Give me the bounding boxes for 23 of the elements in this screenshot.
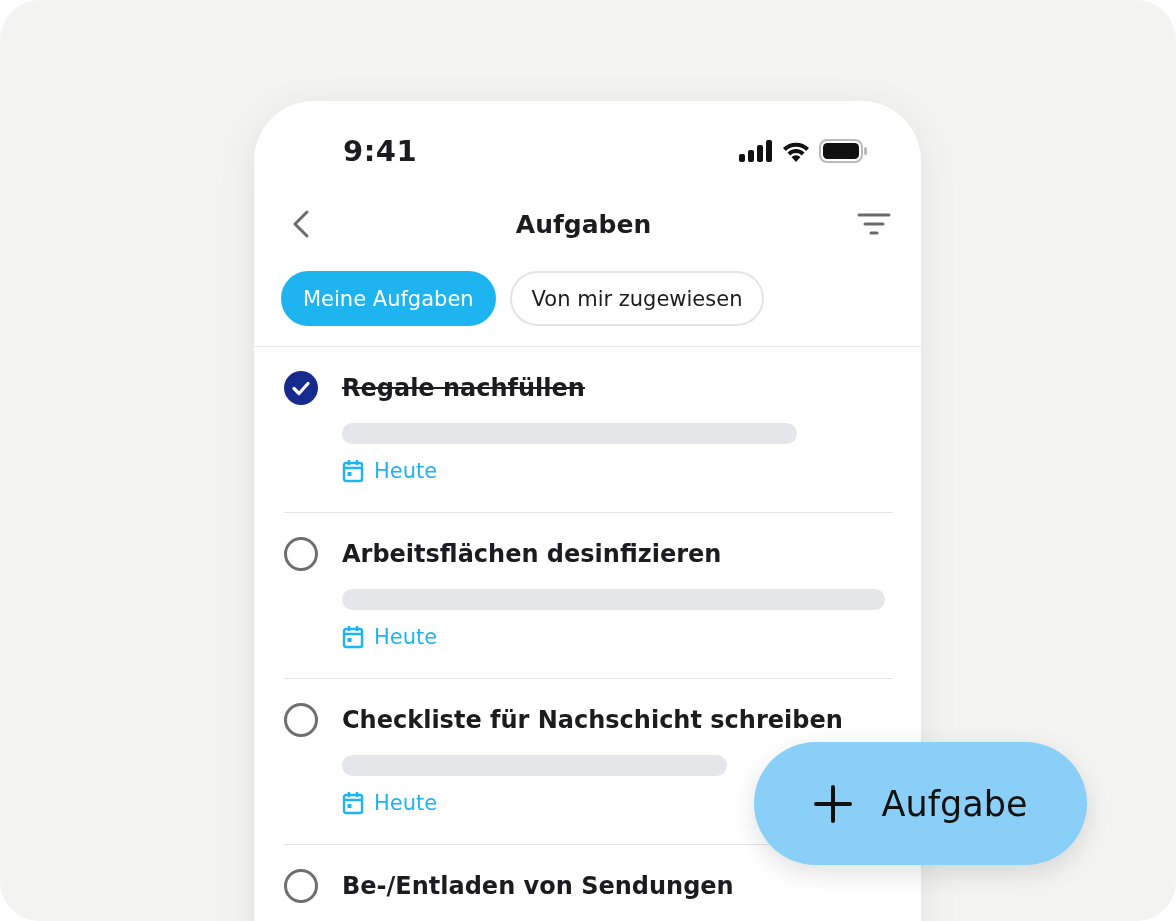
battery-icon (819, 139, 867, 163)
due-date: Heute (374, 625, 438, 649)
plus-icon (813, 784, 852, 823)
screen-title: Aufgaben (515, 209, 652, 239)
tab[interactable]: Von mir zugewiesen (509, 271, 765, 326)
signal-icon (739, 140, 773, 162)
calendar-icon (342, 625, 364, 649)
calendar-icon (342, 791, 364, 815)
due-date: Heute (374, 791, 438, 815)
task-title: Regale nachfüllen (342, 373, 586, 404)
status-time: 9:41 (343, 134, 418, 168)
checkbox[interactable] (284, 703, 318, 737)
filter-icon[interactable] (857, 212, 891, 236)
due-date: Heute (374, 459, 438, 483)
add-task-button[interactable]: Aufgabe (754, 742, 1087, 865)
task-title: Checkliste für Nachschicht schreiben (342, 705, 844, 736)
calendar-icon (342, 459, 364, 483)
checkbox[interactable] (284, 537, 318, 571)
task-title: Be-/Entladen von Sendungen (342, 871, 735, 902)
checked-checkbox[interactable] (284, 371, 318, 405)
checkbox[interactable] (284, 869, 318, 903)
task-title: Arbeitsflächen desinfizieren (342, 539, 723, 570)
wifi-icon (781, 140, 811, 162)
